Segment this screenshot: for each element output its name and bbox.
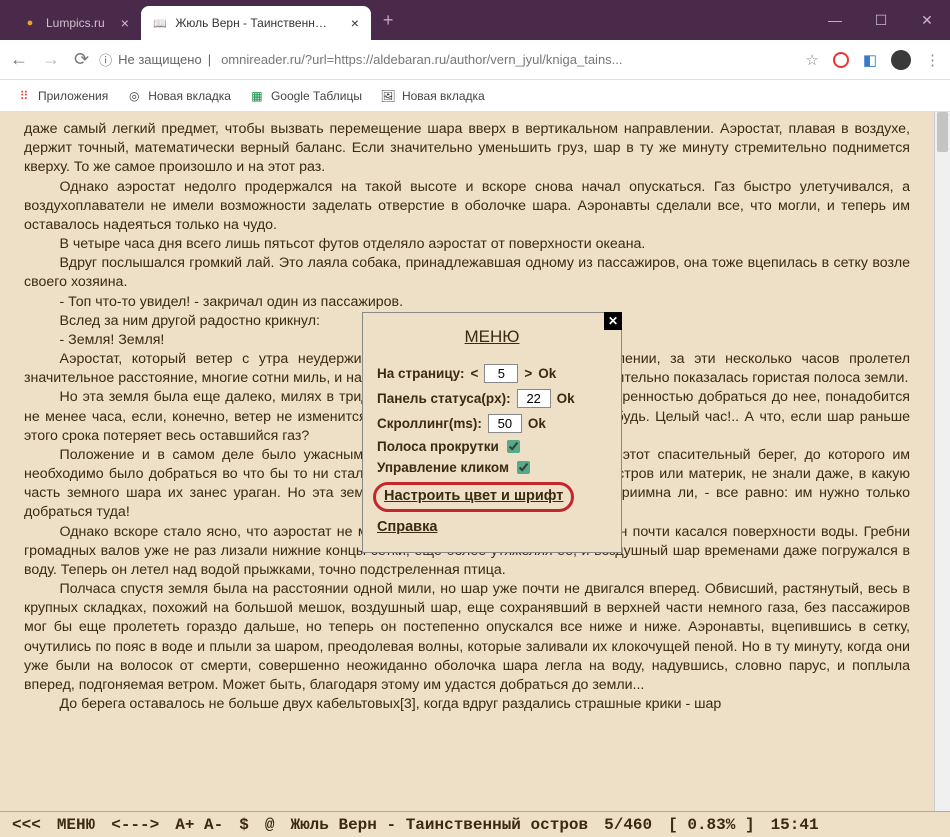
image-icon: 🖼	[380, 88, 396, 104]
favicon-omnireader: 📖	[153, 15, 167, 31]
bookmark-label: Приложения	[38, 89, 108, 103]
bookmark-newtab2[interactable]: 🖼 Новая вкладка	[380, 88, 485, 104]
bookmark-label: Google Таблицы	[271, 89, 362, 103]
back-button[interactable]: ←	[10, 49, 28, 70]
click-control-checkbox[interactable]	[517, 461, 530, 474]
paragraph: - Топ что-то увидел! - закричал один из …	[24, 293, 910, 312]
minimize-button[interactable]: —	[812, 0, 858, 40]
bookmarks-bar: ⠿ Приложения ◎ Новая вкладка ▦ Google Та…	[0, 80, 950, 112]
status-left-arrows[interactable]: <<<	[4, 816, 49, 834]
tab-lumpics[interactable]: ● Lumpics.ru ×	[10, 6, 141, 40]
menu-row-statusbar: Панель статуса(px): Ok	[363, 386, 621, 411]
row-label: Скроллинг(ms):	[377, 416, 482, 431]
ok-button[interactable]: Ok	[528, 416, 546, 431]
status-at[interactable]: @	[257, 816, 283, 834]
next-page-button[interactable]: >	[524, 366, 532, 381]
bookmark-newtab[interactable]: ◎ Новая вкладка	[126, 88, 231, 104]
paragraph: До берега оставалось не больше двух кабе…	[24, 695, 910, 714]
bookmark-sheets[interactable]: ▦ Google Таблицы	[249, 88, 362, 104]
favicon-lumpics: ●	[22, 15, 38, 31]
menu-row-scrolling: Скроллинг(ms): Ok	[363, 411, 621, 436]
status-menu-button[interactable]: МЕНЮ	[49, 816, 103, 834]
menu-icon[interactable]: ⋮	[925, 51, 940, 69]
scrollbar-checkbox[interactable]	[507, 440, 520, 453]
bookmark-star-icon[interactable]: ☆	[805, 51, 818, 69]
close-icon[interactable]: ×	[121, 15, 129, 31]
row-label: На страницу:	[377, 366, 464, 381]
status-height-input[interactable]	[517, 389, 551, 408]
bookmark-apps[interactable]: ⠿ Приложения	[16, 88, 108, 104]
browser-titlebar: ● Lumpics.ru × 📖 Жюль Верн - Таинственны…	[0, 0, 950, 40]
scroll-speed-input[interactable]	[488, 414, 522, 433]
row-label: Панель статуса(px):	[377, 391, 511, 406]
extension-icon[interactable]: ◧	[863, 51, 877, 69]
check-label: Управление кликом	[377, 460, 509, 475]
forward-button[interactable]: →	[42, 49, 60, 70]
paragraph: В четыре часа дня всего лишь пятьсот фут…	[24, 235, 910, 254]
status-bar: <<< МЕНЮ <---> A+ A- $ @ Жюль Верн - Таи…	[0, 811, 950, 837]
status-nav-arrows[interactable]: <--->	[103, 816, 167, 834]
paragraph: даже самый легкий предмет, чтобы вызвать…	[24, 120, 910, 178]
scrollbar[interactable]: ▴	[934, 112, 950, 837]
menu-row-page: На страницу: < > Ok	[363, 361, 621, 386]
page-input[interactable]	[484, 364, 518, 383]
status-time: 15:41	[763, 816, 827, 834]
bookmark-label: Новая вкладка	[402, 89, 485, 103]
profile-avatar[interactable]	[891, 50, 911, 70]
close-button[interactable]: ✕	[904, 0, 950, 40]
status-page: 5/460	[596, 816, 660, 834]
colors-fonts-link[interactable]: Настроить цвет и шрифт	[384, 488, 563, 504]
reader-menu-popup: ✕ МЕНЮ На страницу: < > Ok Панель статус…	[362, 312, 622, 553]
tab-title: Lumpics.ru	[46, 16, 105, 30]
prev-page-button[interactable]: <	[470, 366, 478, 381]
scroll-thumb[interactable]	[937, 112, 948, 152]
reload-button[interactable]: ⟳	[74, 49, 89, 70]
close-icon[interactable]: ×	[351, 15, 359, 31]
paragraph: Полчаса спустя земля была на расстоянии …	[24, 580, 910, 695]
new-tab-button[interactable]: +	[371, 10, 406, 31]
ok-button[interactable]: Ok	[538, 366, 556, 381]
menu-check-scrollbar[interactable]: Полоса прокрутки	[363, 436, 621, 457]
site-info[interactable]: ⓘ Не защищено |	[99, 50, 211, 69]
reader-area: даже самый легкий предмет, чтобы вызвать…	[0, 112, 950, 837]
extension-icon[interactable]	[833, 52, 849, 68]
status-percent: [ 0.83% ]	[660, 816, 762, 834]
globe-icon: ◎	[126, 88, 142, 104]
status-dollar[interactable]: $	[231, 816, 257, 834]
menu-check-click[interactable]: Управление кликом	[363, 457, 621, 478]
close-icon[interactable]: ✕	[604, 312, 622, 330]
sheets-icon: ▦	[249, 88, 265, 104]
address-bar: ← → ⟳ ⓘ Не защищено | omnireader.ru/?url…	[0, 40, 950, 80]
tab-strip: ● Lumpics.ru × 📖 Жюль Верн - Таинственны…	[0, 0, 812, 40]
tab-omnireader[interactable]: 📖 Жюль Верн - Таинственный ост ×	[141, 6, 371, 40]
paragraph: Однако аэростат недолго продержался на т…	[24, 178, 910, 236]
security-label: Не защищено	[118, 52, 202, 67]
maximize-button[interactable]: ☐	[858, 0, 904, 40]
window-controls: — ☐ ✕	[812, 0, 950, 40]
highlight-annotation: Настроить цвет и шрифт	[373, 482, 574, 512]
check-label: Полоса прокрутки	[377, 439, 499, 454]
nav-buttons: ← → ⟳	[10, 49, 89, 70]
info-icon: ⓘ	[99, 50, 112, 69]
url-display[interactable]: omnireader.ru/?url=https://aldebaran.ru/…	[221, 52, 795, 67]
tab-title: Жюль Верн - Таинственный ост	[175, 16, 334, 30]
apps-icon: ⠿	[16, 88, 32, 104]
help-link[interactable]: Справка	[363, 514, 621, 540]
ok-button[interactable]: Ok	[557, 391, 575, 406]
bookmark-label: Новая вкладка	[148, 89, 231, 103]
popup-title: МЕНЮ	[363, 313, 621, 361]
help-label: Справка	[377, 519, 437, 535]
addr-actions: ☆ ◧ ⋮	[805, 50, 940, 70]
status-book-title: Жюль Верн - Таинственный остров	[282, 816, 596, 834]
status-font-size[interactable]: A+ A-	[167, 816, 231, 834]
paragraph: Вдруг послышался громкий лай. Это лаяла …	[24, 254, 910, 292]
